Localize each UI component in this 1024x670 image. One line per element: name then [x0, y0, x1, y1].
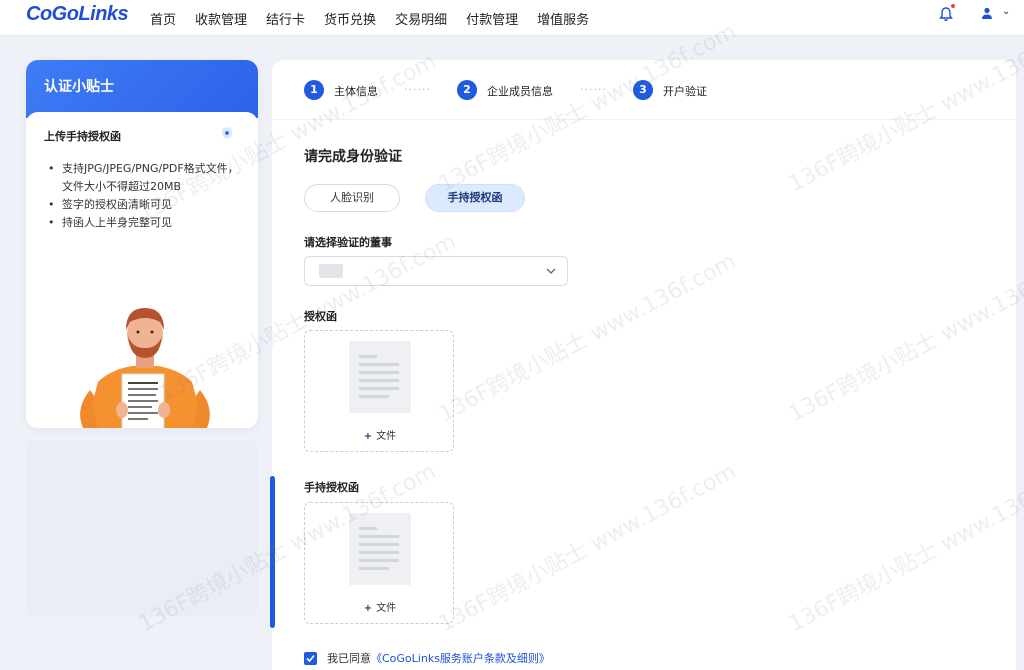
terms-link[interactable]: 《CoGoLinks服务账户条款及细则》 — [371, 650, 550, 666]
top-navigation: CoGoLinks 首页 收款管理 结行卡 货币兑换 交易明细 付款管理 增值服… — [0, 0, 1024, 36]
document-icon — [349, 341, 411, 413]
steps-bar: 1 主体信息 ······ 2 企业成员信息 ······ 3 开户验证 — [272, 60, 1016, 120]
plus-icon: + — [363, 431, 373, 442]
section-title: 请完成身份验证 — [304, 149, 402, 165]
step-1-label: 主体信息 — [334, 85, 378, 98]
nav-item-transactions[interactable]: 交易明细 — [395, 9, 447, 28]
upload-file-button[interactable]: + 文件 — [305, 599, 455, 614]
nav-item-services[interactable]: 增值服务 — [537, 9, 589, 28]
tips-item: 支持JPG/JPEG/PNG/PDF格式文件，文件大小不得超过20MB — [48, 160, 248, 196]
step-3-number: 3 — [633, 80, 653, 100]
tips-card: 认证小贴士 上传手持授权函 支持JPG/JPEG/PNG/PDF格式文件，文件大… — [26, 60, 258, 428]
handheld-letter-upload[interactable]: + 文件 — [304, 502, 454, 624]
step-1-number: 1 — [304, 80, 324, 100]
tips-header: 认证小贴士 — [26, 60, 258, 118]
tips-subtitle: 上传手持授权函 — [44, 130, 121, 143]
main-panel: 1 主体信息 ······ 2 企业成员信息 ······ 3 开户验证 请完成… — [272, 60, 1016, 670]
agree-prefix: 我已同意 — [327, 652, 371, 665]
nav-item-payment[interactable]: 付款管理 — [466, 9, 518, 28]
auth-letter-label: 授权函 — [304, 310, 337, 323]
step-2-number: 2 — [457, 80, 477, 100]
person-holding-document-illustration — [80, 308, 210, 428]
document-icon — [349, 513, 411, 585]
chevron-down-icon — [546, 268, 556, 274]
tab-face-recognition[interactable]: 人脸识别 — [304, 184, 400, 212]
nav-item-exchange[interactable]: 货币兑换 — [324, 9, 376, 28]
handheld-letter-label: 手持授权函 — [304, 481, 359, 494]
nav-item-home[interactable]: 首页 — [150, 9, 176, 28]
plus-icon: + — [363, 603, 373, 614]
step-separator: ······ — [580, 83, 607, 96]
main-nav: 首页 收款管理 结行卡 货币兑换 交易明细 付款管理 增值服务 — [150, 0, 608, 36]
agree-checkbox[interactable] — [304, 651, 317, 665]
tab-handheld-letter[interactable]: 手持授权函 — [425, 184, 525, 212]
nav-item-card[interactable]: 结行卡 — [266, 9, 305, 28]
director-select-value — [319, 264, 343, 278]
tips-item: 签字的授权函清晰可见 — [48, 196, 248, 214]
upload-file-button[interactable]: + 文件 — [305, 427, 455, 442]
tips-list: 支持JPG/JPEG/PNG/PDF格式文件，文件大小不得超过20MB 签字的授… — [48, 160, 248, 232]
tips-item: 持函人上半身完整可见 — [48, 214, 248, 232]
tips-body: 上传手持授权函 支持JPG/JPEG/PNG/PDF格式文件，文件大小不得超过2… — [26, 112, 258, 428]
upload-file-label: 文件 — [376, 603, 397, 614]
director-label: 请选择验证的董事 — [304, 236, 392, 249]
agreement-row: 我已同意 《CoGoLinks服务账户条款及细则》 — [304, 650, 550, 666]
chevron-down-icon[interactable]: ⌄ — [1002, 6, 1010, 17]
nav-item-collection[interactable]: 收款管理 — [195, 9, 247, 28]
tips-title: 认证小贴士 — [44, 79, 114, 95]
director-select[interactable] — [304, 256, 568, 286]
shield-icon — [222, 127, 232, 139]
step-3-label: 开户验证 — [663, 85, 707, 98]
bell-icon[interactable] — [938, 6, 954, 22]
auth-letter-upload[interactable]: + 文件 — [304, 330, 454, 452]
check-icon — [306, 654, 315, 662]
step-separator: ······ — [404, 83, 431, 96]
notification-dot — [951, 4, 955, 8]
scrollbar-thumb[interactable] — [270, 476, 275, 628]
logo[interactable]: CoGoLinks — [26, 3, 129, 26]
left-panel-background — [26, 440, 258, 616]
upload-file-label: 文件 — [376, 431, 397, 442]
user-icon[interactable] — [980, 6, 994, 20]
step-2-label: 企业成员信息 — [487, 85, 553, 98]
